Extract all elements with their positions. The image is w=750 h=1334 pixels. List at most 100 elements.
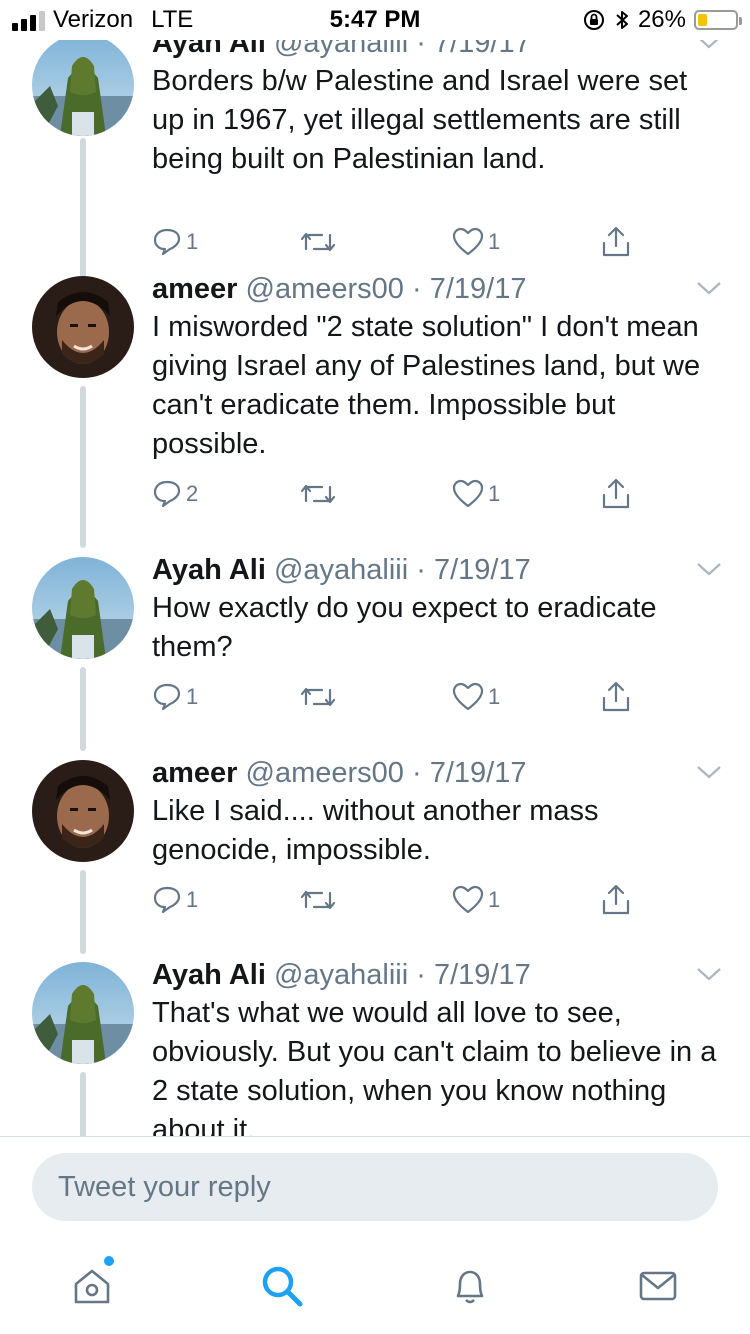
chevron-down-icon[interactable] bbox=[696, 40, 722, 50]
chevron-down-icon[interactable] bbox=[696, 966, 722, 982]
share-icon bbox=[602, 478, 630, 509]
status-right: 26% bbox=[582, 6, 742, 34]
tab-bar bbox=[0, 1234, 750, 1334]
bluetooth-icon bbox=[616, 11, 628, 29]
share-button[interactable] bbox=[600, 476, 632, 512]
tweet-text: How exactly do you expect to eradicate t… bbox=[152, 592, 657, 663]
battery-percent: 26% bbox=[637, 6, 686, 33]
display-name[interactable]: Ayah Ali bbox=[152, 554, 266, 586]
like-button[interactable]: 1 bbox=[452, 224, 500, 260]
reply-button[interactable]: 2 bbox=[152, 476, 198, 512]
chevron-down-icon[interactable] bbox=[696, 764, 722, 780]
share-button[interactable] bbox=[600, 224, 632, 260]
retweet-icon bbox=[300, 232, 336, 252]
tweet-date: · 7/19/17 bbox=[412, 757, 527, 789]
tweet-text: I misworded "2 state solution" I don't m… bbox=[152, 311, 701, 460]
handle[interactable]: @ayahaliii bbox=[274, 554, 408, 586]
notifications-icon bbox=[456, 1270, 484, 1304]
avatar-photo-ameer bbox=[32, 276, 134, 378]
reply-count: 1 bbox=[186, 887, 199, 912]
heart-icon bbox=[452, 885, 484, 914]
like-button[interactable]: 1 bbox=[452, 679, 500, 715]
reply-button[interactable]: 1 bbox=[152, 224, 198, 260]
avatar-photo-ameer bbox=[32, 760, 134, 862]
handle[interactable]: @ayahaliii bbox=[274, 959, 408, 991]
share-icon bbox=[602, 884, 630, 915]
thread-line bbox=[80, 870, 86, 954]
tweet-header: Ayah Ali @ayahaliii · 7/19/17 bbox=[152, 40, 722, 62]
display-name[interactable]: Ayah Ali bbox=[152, 959, 266, 991]
tweet-header: Ayah Ali @ayahaliii · 7/19/17 bbox=[152, 956, 722, 994]
tweet-text: Borders b/w Palestine and Israel were se… bbox=[152, 65, 688, 175]
reply-icon bbox=[153, 228, 181, 256]
reply-button[interactable]: 1 bbox=[152, 882, 198, 918]
status-bar: Verizon LTE 5:47 PM 26% bbox=[0, 0, 750, 40]
chevron-down-icon[interactable] bbox=[696, 280, 722, 296]
reply-count: 1 bbox=[186, 684, 199, 709]
retweet-button[interactable] bbox=[300, 679, 340, 715]
reply-icon bbox=[153, 683, 181, 711]
avatar[interactable] bbox=[32, 40, 134, 136]
retweet-button[interactable] bbox=[300, 224, 340, 260]
tweet-text: That's what we would all love to see, ob… bbox=[152, 997, 717, 1136]
avatar[interactable] bbox=[32, 760, 134, 862]
like-count: 1 bbox=[488, 481, 501, 506]
home-icon bbox=[74, 1269, 110, 1304]
avatar[interactable] bbox=[32, 276, 134, 378]
tweet-text: Like I said.... without another mass gen… bbox=[152, 795, 599, 866]
reply-composer: Tweet your reply bbox=[0, 1136, 750, 1235]
avatar-photo-ayah bbox=[32, 40, 134, 136]
heart-icon bbox=[452, 479, 484, 508]
display-name[interactable]: ameer bbox=[152, 273, 237, 305]
tweet-header: Ayah Ali @ayahaliii · 7/19/17 bbox=[152, 551, 722, 589]
tab-messages[interactable] bbox=[628, 1256, 688, 1316]
thread-line bbox=[80, 1072, 86, 1136]
like-button[interactable]: 1 bbox=[452, 476, 500, 512]
tweet-header: ameer @ameers00 · 7/19/17 bbox=[152, 754, 722, 792]
handle[interactable]: @ameers00 bbox=[246, 273, 404, 305]
thread-line bbox=[80, 138, 86, 292]
retweet-icon bbox=[300, 484, 336, 504]
like-count: 1 bbox=[488, 229, 501, 254]
like-count: 1 bbox=[488, 684, 501, 709]
reply-count: 2 bbox=[186, 481, 199, 506]
display-name[interactable]: ameer bbox=[152, 757, 237, 789]
chevron-down-icon[interactable] bbox=[696, 561, 722, 577]
reply-icon bbox=[153, 480, 181, 508]
like-button[interactable]: 1 bbox=[452, 882, 500, 918]
retweet-icon bbox=[300, 890, 336, 910]
orientation-lock-icon bbox=[583, 10, 604, 30]
display-name[interactable]: Ayah Ali bbox=[152, 40, 266, 59]
avatar[interactable] bbox=[32, 962, 134, 1064]
avatar-photo-ayah bbox=[32, 962, 134, 1064]
heart-icon bbox=[452, 682, 484, 711]
share-button[interactable] bbox=[600, 882, 632, 918]
avatar[interactable] bbox=[32, 557, 134, 659]
reply-button[interactable]: 1 bbox=[152, 679, 198, 715]
thread-line bbox=[80, 386, 86, 548]
retweet-button[interactable] bbox=[300, 476, 340, 512]
reply-input[interactable]: Tweet your reply bbox=[32, 1153, 718, 1221]
retweet-button[interactable] bbox=[300, 882, 340, 918]
handle[interactable]: @ameers00 bbox=[246, 757, 404, 789]
tweet-header: ameer @ameers00 · 7/19/17 bbox=[152, 270, 722, 308]
tweet-actions: 1 1 bbox=[152, 679, 652, 715]
share-button[interactable] bbox=[600, 679, 632, 715]
tweet-date: · 7/19/17 bbox=[416, 554, 531, 586]
handle[interactable]: @ayahaliii bbox=[274, 40, 408, 59]
reply-count: 1 bbox=[186, 229, 199, 254]
battery-icon bbox=[694, 10, 742, 30]
share-icon bbox=[602, 226, 630, 257]
tweet-date: · 7/19/17 bbox=[412, 273, 527, 305]
retweet-icon bbox=[300, 687, 336, 707]
tab-notifications[interactable] bbox=[440, 1256, 500, 1316]
tweet-actions: 1 1 bbox=[152, 882, 652, 918]
avatar-photo-ayah bbox=[32, 557, 134, 659]
heart-icon bbox=[452, 227, 484, 256]
conversation-thread[interactable]: Ayah Ali @ayahaliii · 7/19/17 Borders b/… bbox=[0, 40, 750, 1136]
messages-icon bbox=[639, 1271, 677, 1301]
tab-search[interactable] bbox=[252, 1256, 312, 1316]
tweet-actions: 2 1 bbox=[152, 476, 652, 512]
tab-home[interactable] bbox=[62, 1256, 122, 1316]
like-count: 1 bbox=[488, 887, 501, 912]
